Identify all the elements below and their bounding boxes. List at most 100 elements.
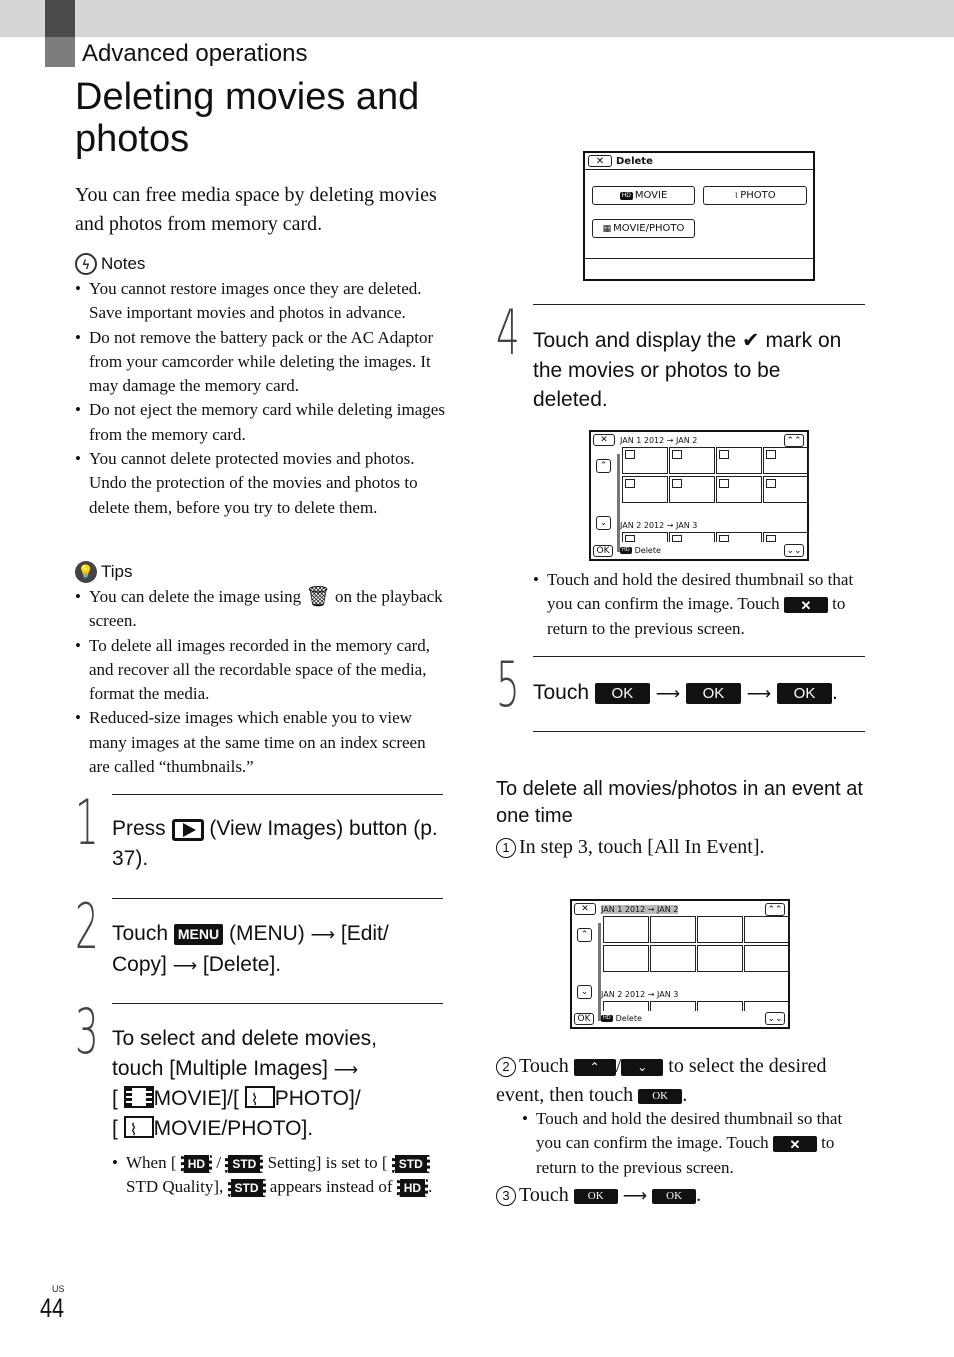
- scrollbar[interactable]: [598, 923, 601, 1021]
- step-divider: [533, 656, 865, 657]
- note-item: You cannot delete protected movies and p…: [75, 447, 445, 520]
- thumbnail[interactable]: [697, 916, 743, 943]
- thumbnail[interactable]: [622, 532, 668, 542]
- section-tab: [45, 37, 75, 67]
- thumbnail[interactable]: [622, 447, 668, 474]
- thumbnail[interactable]: [669, 447, 715, 474]
- page-up-button[interactable]: ⌃⌃: [765, 903, 785, 916]
- step-circle: 1: [496, 837, 516, 858]
- event-label: JAN 1 2012 → JAN 2: [601, 905, 679, 914]
- thumbnail[interactable]: [744, 916, 790, 943]
- header-band: [0, 0, 954, 37]
- scrollbar[interactable]: [617, 454, 620, 552]
- checkbox[interactable]: [672, 535, 682, 542]
- note-item: Do not eject the memory card while delet…: [75, 398, 445, 447]
- step-4-notes: Touch and hold the desired thumbnail so …: [533, 568, 863, 641]
- checkbox[interactable]: [766, 450, 776, 459]
- thumbnail[interactable]: [716, 476, 762, 503]
- checkbox[interactable]: [766, 535, 776, 542]
- delete-text: Delete: [615, 1014, 642, 1023]
- photo-button[interactable]: ⌇ PHOTO: [703, 186, 807, 205]
- thumbnail[interactable]: [716, 447, 762, 474]
- scroll-down-button[interactable]: ⌄: [596, 516, 611, 530]
- step-divider: [112, 794, 443, 795]
- checkbox[interactable]: [766, 479, 776, 488]
- thumbnail[interactable]: [650, 945, 696, 972]
- thumbnail[interactable]: [744, 945, 790, 972]
- page-down-button[interactable]: ⌄⌄: [784, 544, 804, 557]
- tips-heading: 💡 Tips: [75, 561, 133, 583]
- movie-button[interactable]: HD MOVIE: [592, 186, 695, 205]
- checkbox[interactable]: [719, 450, 729, 459]
- checkbox[interactable]: [719, 479, 729, 488]
- step-3-notes: When [ HD / STD Setting] is set to [ STD…: [112, 1151, 452, 1200]
- page-down-icon: ⌄: [621, 1058, 664, 1076]
- close-button-icon: ✕: [772, 1136, 817, 1153]
- note-item: You cannot restore images once they are …: [75, 277, 445, 326]
- step-number: 5: [496, 648, 520, 721]
- tip-item: You can delete the image using 🗑 on the …: [75, 585, 445, 634]
- thumbnail[interactable]: [650, 916, 696, 943]
- checkbox[interactable]: [719, 535, 729, 542]
- thumbnail[interactable]: [650, 1001, 696, 1011]
- page-down-button[interactable]: ⌄⌄: [765, 1012, 785, 1025]
- ok-button[interactable]: OK: [593, 545, 613, 557]
- page-up-button[interactable]: ⌃⌃: [784, 434, 804, 447]
- tips-list: You can delete the image using 🗑 on the …: [75, 585, 445, 779]
- thumbnail[interactable]: [669, 532, 715, 542]
- scroll-up-button[interactable]: ⌃: [577, 928, 592, 942]
- step-note: Touch and hold the desired thumbnail so …: [533, 568, 863, 641]
- step-number: 1: [75, 786, 99, 859]
- std-icon: STD: [391, 1155, 430, 1174]
- movie-icon: [123, 1086, 154, 1108]
- hd-icon: HD: [601, 1015, 613, 1022]
- scroll-up-button[interactable]: ⌃: [596, 459, 611, 473]
- check-mark-icon: ✔: [741, 329, 760, 352]
- close-button[interactable]: ✕: [588, 155, 612, 167]
- step-number: 2: [75, 890, 99, 963]
- event-label: JAN 1 2012 → JAN 2: [620, 436, 698, 445]
- step-divider: [112, 898, 443, 899]
- ok-button[interactable]: OK: [574, 1013, 594, 1025]
- tip-item: To delete all images recorded in the mem…: [75, 634, 445, 707]
- step-text: Touch MENU (MENU) ⟶ [Edit/ Copy] ⟶ [Dele…: [112, 922, 389, 976]
- step-text: To select and delete movies, touch [Mult…: [112, 1024, 452, 1143]
- checkbox[interactable]: [672, 450, 682, 459]
- checkbox[interactable]: [625, 450, 635, 459]
- thumbnail[interactable]: [669, 476, 715, 503]
- movie-photo-button[interactable]: ▦ MOVIE/PHOTO: [592, 219, 695, 238]
- thumbnail[interactable]: [697, 945, 743, 972]
- event-section-heading: To delete all movies/photos in an event …: [496, 778, 863, 827]
- delete-label: HD Delete: [601, 1014, 642, 1023]
- step-text: Touch and display the ✔ mark on the movi…: [533, 329, 842, 411]
- thumbnail[interactable]: [603, 916, 649, 943]
- close-button[interactable]: ✕: [574, 903, 596, 915]
- notes-heading: ϟ Notes: [75, 253, 145, 275]
- checkbox[interactable]: [672, 479, 682, 488]
- thumbnail[interactable]: [603, 945, 649, 972]
- arrow-icon: ⟶: [655, 684, 681, 703]
- thumbnail[interactable]: [763, 447, 809, 474]
- step-circle: 2: [496, 1056, 516, 1077]
- checkbox[interactable]: [625, 535, 635, 542]
- step-number: 4: [496, 296, 520, 369]
- checkbox[interactable]: [625, 479, 635, 488]
- menu-button-icon: MENU: [173, 923, 224, 945]
- note-item: Do not remove the battery pack or the AC…: [75, 326, 445, 399]
- close-button[interactable]: ✕: [593, 434, 615, 446]
- page-up-icon: ⌃: [573, 1058, 616, 1076]
- thumbnail[interactable]: [716, 532, 762, 542]
- thumbnail[interactable]: [744, 1001, 790, 1011]
- hd-icon: HD: [396, 1179, 429, 1198]
- step-note: Touch and hold the desired thumbnail so …: [522, 1107, 852, 1180]
- thumbnail[interactable]: [622, 476, 668, 503]
- thumbnail[interactable]: [763, 532, 809, 542]
- delete-screen: ✕ Delete HD MOVIE ⌇ PHOTO ▦ MOVIE/PHOTO: [583, 151, 815, 281]
- thumbnail[interactable]: [603, 1001, 649, 1011]
- thumbnail[interactable]: [763, 476, 809, 503]
- event-step-1: 1 In step 3, touch [All In Event].: [496, 836, 765, 859]
- event-step-3: 3 Touch OK ⟶ OK.: [496, 1184, 701, 1207]
- thumbnail[interactable]: [697, 1001, 743, 1011]
- step-text: Touch OK ⟶ OK ⟶ OK.: [533, 681, 838, 704]
- scroll-down-button[interactable]: ⌄: [577, 985, 592, 999]
